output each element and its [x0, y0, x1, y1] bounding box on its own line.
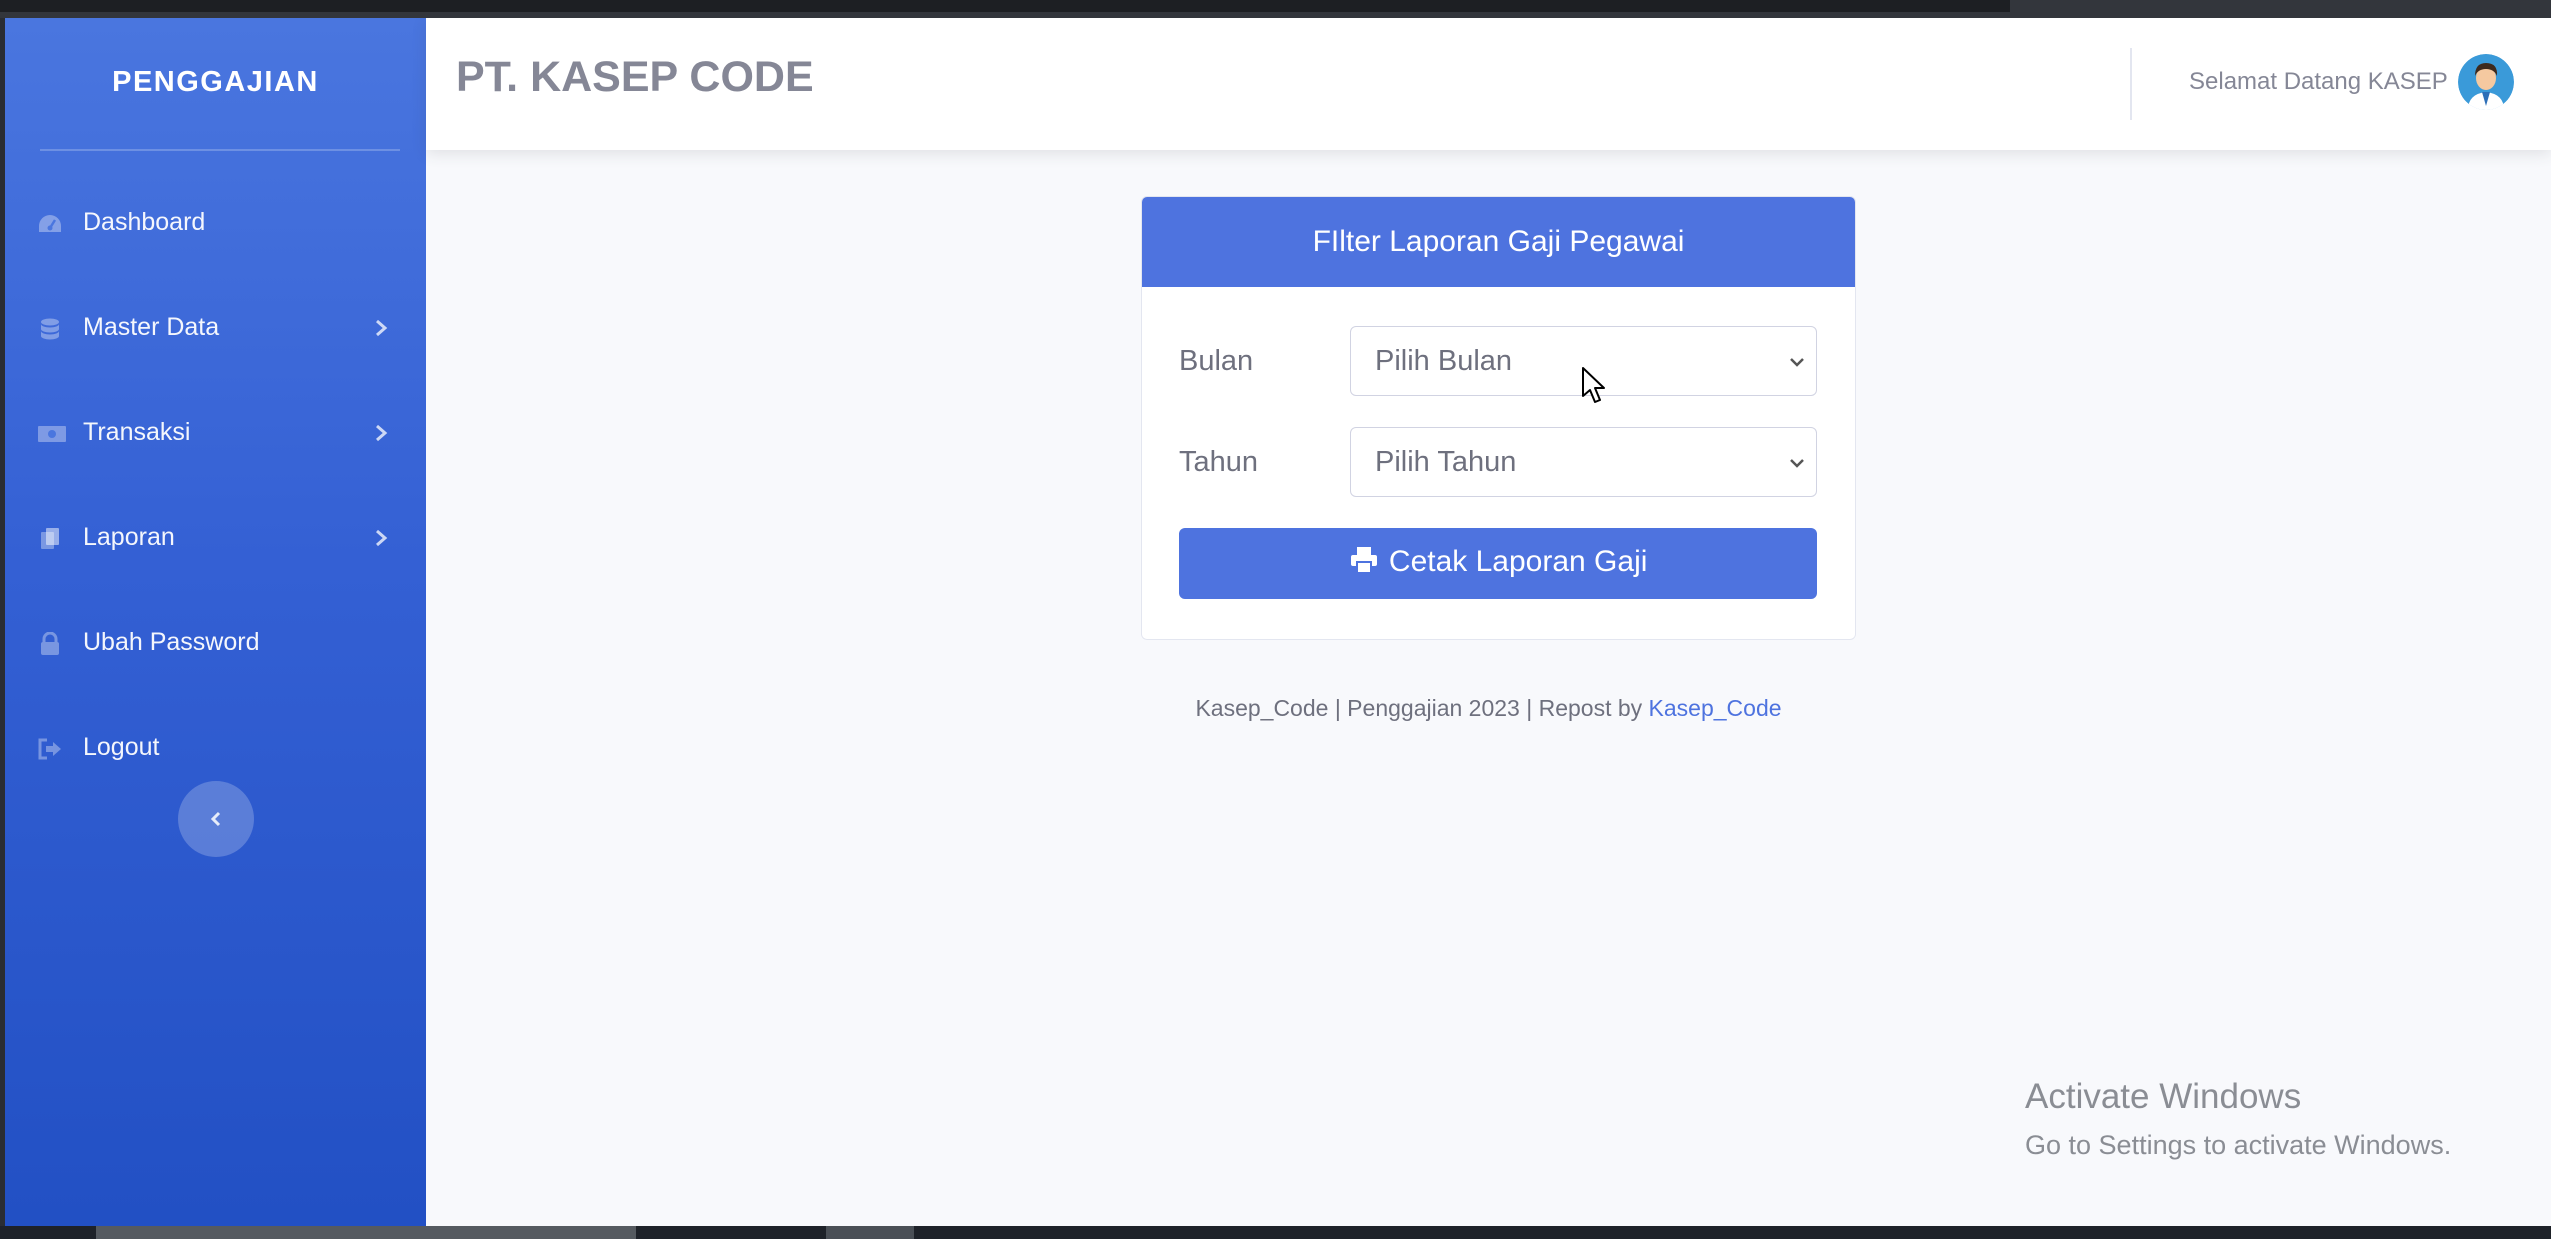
footer: Kasep_Code | Penggajian 2023 | Repost by…	[426, 695, 2551, 722]
footer-text: Kasep_Code | Penggajian 2023 | Repost by	[1195, 695, 1649, 721]
print-button-label: Cetak Laporan Gaji	[1388, 545, 1648, 578]
user-avatar[interactable]	[2458, 54, 2514, 110]
chevron-right-icon	[371, 527, 391, 549]
filter-card: FIlter Laporan Gaji Pegawai Bulan Pilih …	[1141, 196, 1856, 640]
month-select-value: Pilih Bulan	[1375, 345, 1513, 377]
database-icon	[37, 317, 63, 341]
sidebar-brand[interactable]: PENGGAJIAN	[5, 66, 426, 99]
topbar-divider	[2130, 48, 2132, 120]
sidebar-item-master-data[interactable]: Master Data	[5, 297, 426, 357]
chevron-down-icon	[1788, 456, 1806, 475]
sidebar-toggle-button[interactable]	[178, 781, 254, 857]
sidebar-item-transaksi[interactable]: Transaksi	[5, 402, 426, 462]
taskbar-thumbnail[interactable]	[96, 1226, 636, 1239]
activate-windows-title: Activate Windows	[2025, 1077, 2302, 1116]
month-label: Bulan	[1179, 345, 1254, 377]
sidebar-item-dashboard[interactable]: Dashboard	[5, 192, 426, 252]
sidebar-item-label: Master Data	[83, 313, 220, 341]
gauge-icon	[37, 212, 63, 236]
taskbar-thumbnail[interactable]	[826, 1226, 914, 1239]
sidebar-item-logout[interactable]: Logout	[5, 717, 426, 777]
sidebar-item-label: Logout	[83, 733, 160, 761]
sidebar: PENGGAJIAN Dashboard Master Data Transak…	[5, 18, 426, 1226]
print-icon	[1349, 545, 1389, 578]
chevron-right-icon	[371, 317, 391, 339]
footer-link[interactable]: Kasep_Code	[1649, 695, 1782, 721]
chevron-right-icon	[371, 422, 391, 444]
sidebar-item-label: Ubah Password	[83, 628, 260, 656]
browser-top-strip	[0, 0, 2551, 18]
lock-icon	[37, 631, 63, 656]
money-bill-icon	[37, 422, 66, 446]
copy-icon	[37, 527, 63, 551]
sidebar-item-laporan[interactable]: Laporan	[5, 507, 426, 567]
print-report-button[interactable]: Cetak Laporan Gaji	[1179, 528, 1817, 599]
welcome-text[interactable]: Selamat Datang KASEP	[2189, 68, 2448, 96]
sidebar-item-label: Laporan	[83, 523, 175, 551]
year-select[interactable]: Pilih Tahun	[1350, 427, 1817, 497]
sidebar-item-label: Transaksi	[83, 418, 191, 446]
filter-card-title: FIlter Laporan Gaji Pegawai	[1142, 197, 1855, 287]
year-label: Tahun	[1179, 446, 1259, 478]
activate-windows-subtitle: Go to Settings to activate Windows.	[2025, 1130, 2452, 1160]
browser-tab-bar	[0, 0, 2010, 12]
sidebar-item-ubah-password[interactable]: Ubah Password	[5, 612, 426, 672]
sidebar-divider	[40, 149, 400, 151]
year-select-value: Pilih Tahun	[1375, 446, 1517, 478]
chevron-down-icon	[1788, 355, 1806, 374]
page-title: PT. KASEP CODE	[456, 53, 814, 101]
mouse-cursor-icon	[1581, 366, 1607, 411]
sign-out-icon	[37, 737, 63, 761]
app-window: PENGGAJIAN Dashboard Master Data Transak…	[5, 18, 2551, 1226]
sidebar-item-label: Dashboard	[83, 208, 206, 236]
topbar: PT. KASEP CODE Selamat Datang KASEP	[426, 18, 2551, 150]
